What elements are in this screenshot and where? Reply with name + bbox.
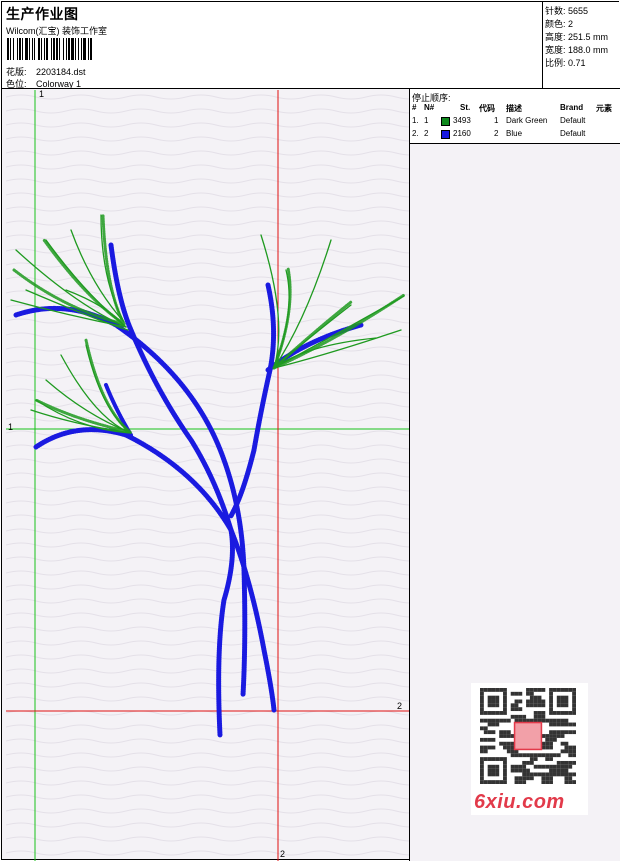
guide-label-left-1: 1: [8, 422, 14, 432]
stats-panel: 针数: 5655 颜色: 2 高度: 251.5 mm 宽度: 188.0 mm…: [543, 2, 620, 89]
guide-label-right-2: 2: [397, 701, 403, 711]
studio-name: Wilcom(汇宝) 装饰工作室: [6, 26, 107, 36]
stat-height: 高度: 251.5 mm: [545, 32, 609, 42]
header: 生产作业图 Wilcom(汇宝) 装饰工作室 花版: 2203184.dst 色位…: [2, 2, 543, 89]
stat-width: 宽度: 188.0 mm: [545, 45, 609, 55]
stat-scale: 比例: 0.71: [545, 58, 586, 68]
color-swatch: [441, 130, 450, 139]
colorway-value: Colorway 1: [36, 79, 82, 89]
watermark-text: 6xiu.com: [474, 791, 565, 813]
qr-code: [480, 688, 576, 784]
table-header: # N# St. 代码 描述 Brand 元素: [410, 103, 620, 115]
barcode: [7, 38, 92, 60]
table-row: 1. 1 3493 1 Dark Green Default: [412, 116, 586, 126]
design-file: 2203184.dst: [36, 67, 86, 77]
col-brand: Brand: [560, 103, 584, 112]
stat-stitches: 针数: 5655: [545, 6, 589, 16]
sheet-title: 生产作业图: [6, 6, 79, 22]
colorway-label: 色位:: [6, 79, 27, 89]
guide-label-bottom-2: 2: [280, 849, 286, 859]
col-no: N#: [424, 103, 435, 112]
col-stitches: St.: [460, 103, 471, 112]
guide-label-top-1: 1: [39, 89, 45, 99]
table-row: 2. 2 2160 2 Blue Default: [412, 129, 586, 139]
color-swatch: [441, 117, 450, 126]
production-sheet: 生产作业图 Wilcom(汇宝) 装饰工作室 花版: 2203184.dst 色位…: [1, 1, 620, 861]
design-canvas[interactable]: [6, 90, 409, 861]
col-description: 描述: [506, 104, 522, 113]
embroidery-preview: [6, 90, 409, 861]
col-code: 代码: [479, 104, 495, 113]
col-hash: #: [412, 103, 417, 112]
stat-colors: 颜色: 2: [545, 19, 574, 29]
col-element: 元素: [596, 104, 612, 113]
stop-sequence-table: 停止顺序: # N# St. 代码 描述 Brand 元素 1. 1 3493 …: [410, 89, 620, 144]
watermark: 6xiu.com: [471, 683, 588, 815]
